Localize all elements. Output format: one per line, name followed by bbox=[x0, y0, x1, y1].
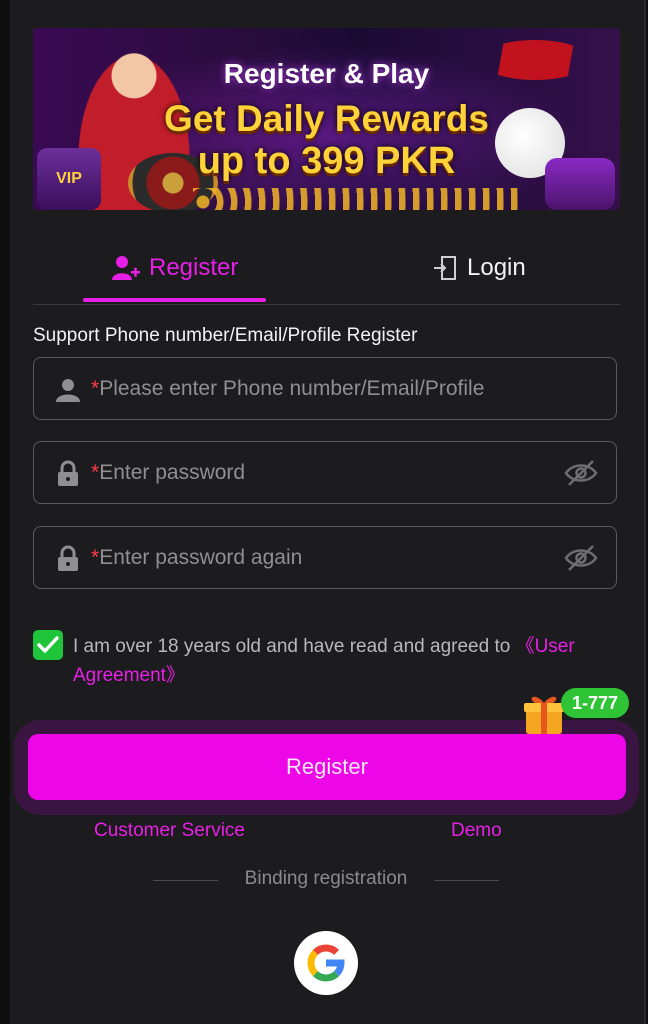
confirm-password-field[interactable]: *Enter password again bbox=[33, 526, 617, 589]
account-field[interactable]: *Please enter Phone number/Email/Profile bbox=[33, 357, 617, 420]
gift-icon[interactable] bbox=[521, 690, 567, 736]
eye-off-icon[interactable] bbox=[564, 458, 598, 488]
tab-register-label: Register bbox=[149, 254, 239, 281]
binding-label: Binding registration bbox=[244, 868, 408, 889]
eye-off-icon[interactable] bbox=[564, 543, 598, 573]
tab-login[interactable]: Login bbox=[431, 232, 526, 304]
confirm-password-placeholder: *Enter password again bbox=[91, 546, 303, 569]
banner-line3: up to 399 PKR bbox=[197, 140, 456, 182]
checkmark-icon bbox=[37, 636, 59, 653]
divider-line-right bbox=[434, 880, 499, 881]
register-button[interactable]: Register bbox=[28, 734, 626, 800]
active-tab-indicator bbox=[83, 298, 266, 302]
user-icon bbox=[56, 379, 80, 402]
customer-service-link[interactable]: Customer Service bbox=[94, 820, 245, 842]
promo-badge[interactable]: 1-777 bbox=[561, 688, 629, 718]
promo-banner[interactable]: VIP Register & Play Get Daily Rewards up… bbox=[33, 28, 620, 210]
agreement-text: I am over 18 years old and have read and… bbox=[73, 636, 575, 686]
agreement-checkbox[interactable] bbox=[33, 630, 63, 660]
login-door-icon bbox=[434, 256, 456, 280]
binding-divider: Binding registration bbox=[153, 868, 499, 894]
demo-link[interactable]: Demo bbox=[451, 820, 502, 842]
banner-line1: Register & Play bbox=[223, 58, 430, 89]
google-icon bbox=[307, 944, 345, 982]
lock-icon bbox=[58, 545, 78, 571]
banner-line2: Get Daily Rewards bbox=[164, 98, 489, 139]
lock-icon bbox=[58, 460, 78, 486]
support-text: Support Phone number/Email/Profile Regis… bbox=[33, 325, 418, 346]
user-add-icon bbox=[112, 256, 140, 280]
coins-graphic bbox=[193, 188, 523, 210]
panel-edge bbox=[644, 0, 646, 1024]
password-field[interactable]: *Enter password bbox=[33, 441, 617, 504]
auth-tabs: Register Login bbox=[33, 232, 620, 305]
google-login-button[interactable] bbox=[294, 931, 358, 995]
account-placeholder: *Please enter Phone number/Email/Profile bbox=[91, 377, 485, 400]
tab-login-label: Login bbox=[467, 254, 526, 281]
tab-register[interactable]: Register bbox=[111, 232, 238, 304]
password-placeholder: *Enter password bbox=[91, 461, 246, 484]
